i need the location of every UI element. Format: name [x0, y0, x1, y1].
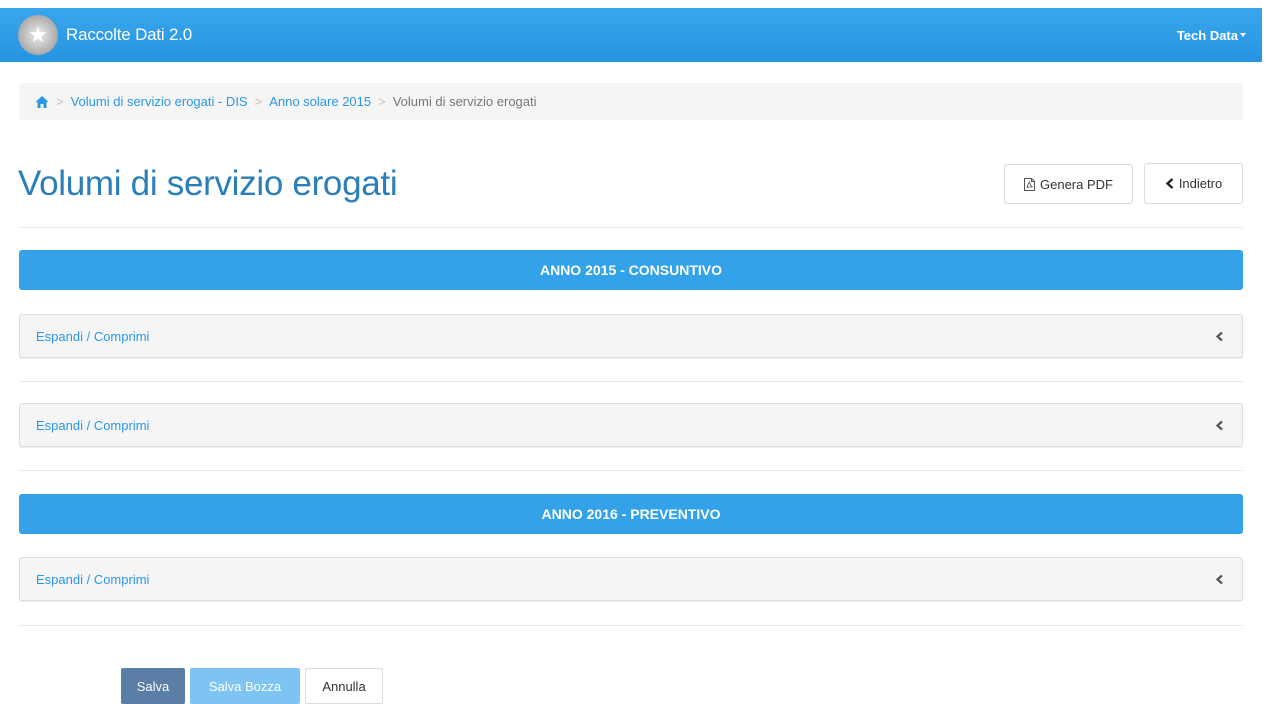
section-header-2015: ANNO 2015 - CONSUNTIVO — [19, 250, 1243, 290]
collapsible-panel[interactable]: Espandi / Comprimi — [19, 314, 1243, 358]
breadcrumb-separator: > — [254, 94, 263, 109]
section-header-2016: ANNO 2016 - PREVENTIVO — [19, 494, 1243, 534]
breadcrumb: > Volumi di servizio erogati - DIS > Ann… — [19, 83, 1243, 120]
expand-collapse-link[interactable]: Espandi / Comprimi — [36, 418, 149, 433]
home-icon[interactable] — [35, 95, 49, 109]
cancel-button[interactable]: Annulla — [305, 668, 383, 704]
expand-collapse-link[interactable]: Espandi / Comprimi — [36, 572, 149, 587]
divider — [19, 625, 1243, 626]
page-title: Volumi di servizio erogati — [18, 164, 398, 203]
back-label: Indietro — [1178, 176, 1223, 191]
divider — [19, 381, 1243, 382]
save-button[interactable]: Salva — [121, 668, 185, 704]
app-brand[interactable]: Raccolte Dati 2.0 — [66, 25, 192, 45]
chevron-left-icon — [1165, 178, 1174, 189]
caret-down-icon — [1240, 33, 1246, 37]
chevron-left-icon[interactable] — [1215, 420, 1224, 431]
back-button[interactable]: Indietro — [1144, 163, 1243, 204]
divider — [19, 227, 1243, 228]
breadcrumb-current: Volumi di servizio erogati — [392, 94, 537, 109]
generate-pdf-label: Genera PDF — [1040, 176, 1113, 192]
top-navbar: ★ Raccolte Dati 2.0 Tech Data — [0, 8, 1262, 62]
expand-collapse-link[interactable]: Espandi / Comprimi — [36, 329, 149, 344]
collapsible-panel[interactable]: Espandi / Comprimi — [19, 557, 1243, 601]
breadcrumb-link-dis[interactable]: Volumi di servizio erogati - DIS — [71, 94, 248, 109]
pdf-file-icon — [1024, 177, 1035, 191]
user-name: Tech Data — [1176, 27, 1238, 43]
save-draft-button[interactable]: Salva Bozza — [190, 668, 300, 704]
breadcrumb-separator: > — [378, 94, 386, 109]
divider — [19, 470, 1243, 471]
chevron-left-icon[interactable] — [1215, 331, 1224, 342]
chevron-left-icon[interactable] — [1215, 574, 1224, 585]
republic-emblem-logo[interactable]: ★ — [18, 15, 58, 55]
collapsible-panel[interactable]: Espandi / Comprimi — [19, 403, 1243, 447]
breadcrumb-separator: > — [56, 94, 64, 109]
star-emblem-icon: ★ — [28, 22, 48, 47]
breadcrumb-link-anno[interactable]: Anno solare 2015 — [269, 94, 371, 109]
user-menu[interactable]: Tech Data — [1177, 28, 1246, 43]
generate-pdf-button[interactable]: Genera PDF — [1004, 164, 1133, 204]
